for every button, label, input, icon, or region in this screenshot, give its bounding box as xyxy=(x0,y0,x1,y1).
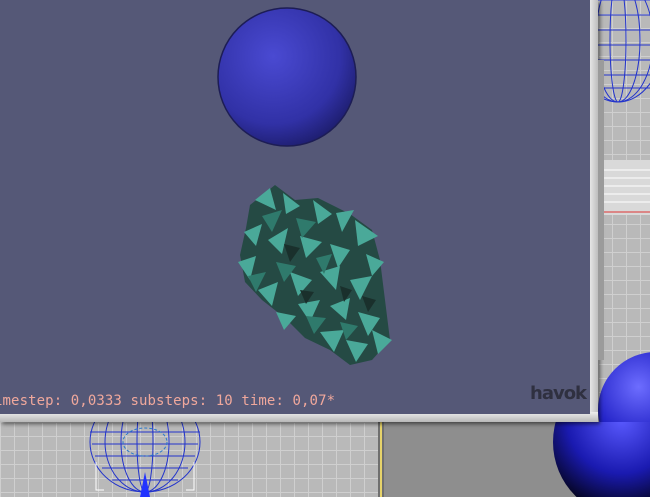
viewport-bottom-left[interactable] xyxy=(0,422,378,497)
havok-logo-text: havok xyxy=(530,383,587,404)
axis-arrow-icon xyxy=(140,472,150,497)
debris-cluster-icon xyxy=(238,185,392,365)
havok-preview-window[interactable]: imestep: 0,0333 substeps: 10 time: 0,07*… xyxy=(0,0,598,422)
shaded-sphere-icon xyxy=(553,422,650,497)
viewport-right-scene xyxy=(598,0,650,422)
viewport-bottom-right-scene xyxy=(553,422,650,497)
viewport-bottom-left-scene xyxy=(89,422,201,497)
shaded-sphere-icon xyxy=(598,352,650,422)
viewport-bottom-right[interactable] xyxy=(384,422,650,497)
viewport-scroll-strip[interactable] xyxy=(598,60,604,360)
wireframe-sphere-icon xyxy=(598,0,650,103)
simulation-scene xyxy=(217,7,392,365)
viewport-right[interactable] xyxy=(598,0,650,422)
simulation-viewport[interactable]: imestep: 0,0333 substeps: 10 time: 0,07*… xyxy=(0,0,590,414)
simulation-status-text: imestep: 0,0333 substeps: 10 time: 0,07* xyxy=(0,393,336,409)
havok-logo: havok xyxy=(530,383,587,409)
rigid-sphere-icon xyxy=(217,7,357,147)
